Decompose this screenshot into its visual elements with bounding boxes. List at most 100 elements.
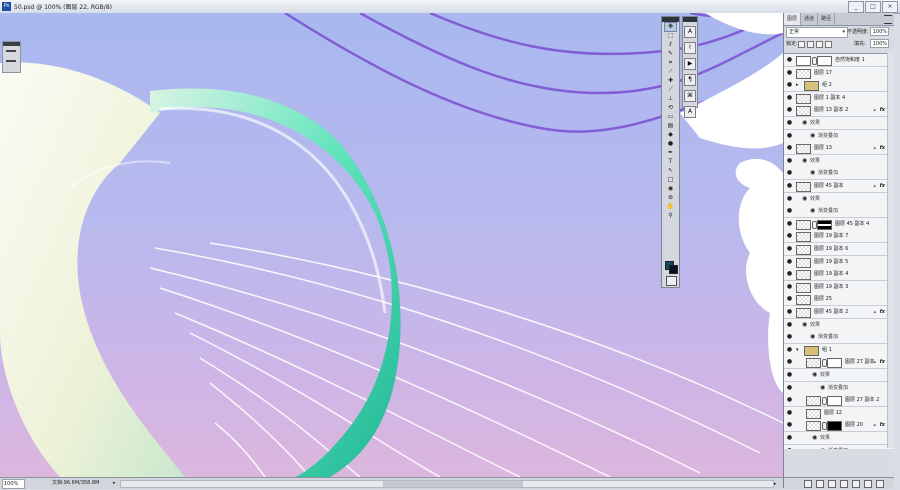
visibility-eye-icon[interactable]: ● (786, 104, 793, 116)
character-icon[interactable]: A (684, 26, 696, 38)
collapse-effects-icon[interactable]: ▴ (873, 356, 876, 368)
background-color-swatch[interactable] (669, 265, 678, 274)
layer-row[interactable]: ● 图层 19 副本 3 (784, 280, 888, 294)
opacity-input[interactable]: 100% (870, 27, 889, 36)
effect-eye-icon[interactable]: ◉ (810, 205, 815, 217)
scroll-thumb[interactable] (383, 481, 523, 487)
layer-mask-thumbnail[interactable] (827, 396, 842, 407)
fx-badge-icon[interactable]: fx (880, 356, 885, 368)
visibility-eye-icon[interactable]: ● (786, 205, 793, 217)
chevron-down-icon[interactable]: ▾ (796, 344, 799, 356)
layer-effect-row[interactable]: ● ◉渐变叠加 (784, 331, 888, 345)
zoom-icon[interactable]: ⚲ (665, 212, 676, 220)
visibility-eye-icon[interactable]: ● (786, 344, 793, 356)
3d-rotate-icon[interactable]: ◉ (665, 185, 676, 193)
brushes-icon[interactable]: ⌇ (684, 42, 696, 54)
maximize-button[interactable]: □ (865, 1, 881, 13)
visibility-eye-icon[interactable]: ● (786, 407, 793, 419)
layer-row[interactable]: ● 图层 12 (784, 406, 888, 420)
tab-layers[interactable]: 图层 (784, 13, 802, 25)
visibility-eye-icon[interactable]: ● (786, 382, 793, 394)
layer-effects-row[interactable]: ● ◉ 效果 (784, 432, 888, 445)
tab-paths[interactable]: 路径 (818, 13, 836, 25)
layer-effect-row[interactable]: ● ◉渐变叠加 (784, 205, 888, 219)
eyedropper-icon[interactable]: ⟋ (665, 68, 676, 76)
lock-image-icon[interactable] (807, 41, 814, 48)
move-icon[interactable]: ✥ (664, 22, 677, 32)
type-options-icon[interactable]: A (684, 106, 696, 118)
collapse-effects-icon[interactable]: ▴ (873, 104, 876, 116)
options-icon[interactable] (6, 50, 16, 62)
visibility-eye-icon[interactable]: ● (786, 268, 793, 280)
visibility-eye-icon[interactable]: ● (786, 445, 793, 449)
fx-icon[interactable] (816, 480, 824, 488)
adjustment-icon[interactable] (840, 480, 848, 488)
visibility-eye-icon[interactable]: ● (786, 230, 793, 242)
layer-row[interactable]: ● 图层 1 副本 4 (784, 91, 888, 105)
visibility-eye-icon[interactable]: ● (786, 67, 793, 79)
strip-grip[interactable] (683, 17, 697, 22)
layer-group-row[interactable]: ● ▸ 组 2 (784, 79, 888, 93)
layer-row[interactable]: ● 图层 17 (784, 66, 888, 80)
hand-icon[interactable]: ✋ (665, 203, 676, 211)
lock-all-icon[interactable] (825, 41, 832, 48)
visibility-eye-icon[interactable]: ● (786, 281, 793, 293)
blend-mode-select[interactable]: 正常 (786, 27, 848, 38)
gradient-icon[interactable]: ▤ (665, 122, 676, 130)
effect-eye-icon[interactable]: ◉ (820, 382, 825, 394)
tab-channels[interactable]: 通道 (801, 13, 819, 25)
collapse-effects-icon[interactable]: ▴ (873, 419, 876, 431)
path-select-icon[interactable]: ↖ (665, 167, 676, 175)
type-icon[interactable]: T (665, 158, 676, 166)
layer-row[interactable]: ● 图层 27 副本 ▴ fx (784, 356, 888, 370)
fx-badge-icon[interactable]: fx (880, 306, 885, 318)
effect-eye-icon[interactable]: ◉ (810, 167, 815, 179)
layer-mask-thumbnail[interactable] (827, 421, 842, 432)
layer-effects-row[interactable]: ● ◉ 效果 (784, 192, 888, 206)
effect-eye-icon[interactable]: ◉ (810, 331, 815, 343)
visibility-eye-icon[interactable]: ● (786, 193, 793, 205)
fx-badge-icon[interactable]: fx (880, 180, 885, 192)
chevron-right-icon[interactable]: ▸ (796, 79, 799, 91)
horizontal-scrollbar[interactable] (120, 480, 774, 488)
layer-row[interactable]: ● 图层 45 副本 ▴ fx (784, 180, 888, 193)
dodge-icon[interactable]: ● (665, 140, 676, 148)
delete-icon[interactable] (876, 480, 884, 488)
visibility-eye-icon[interactable]: ● (786, 142, 793, 154)
layer-row[interactable]: ● 图层 19 副本 5 (784, 255, 888, 269)
healing-icon[interactable]: ✚ (665, 77, 676, 85)
layer-effect-row[interactable]: ● ◉渐变叠加 (784, 381, 888, 395)
effect-eye-icon[interactable]: ◉ (802, 193, 807, 205)
layer-row[interactable]: ● 图层 13 ▴ fx (784, 142, 888, 156)
new-group-icon[interactable] (852, 480, 860, 488)
layer-effect-row[interactable]: ● ◉渐变叠加 (784, 129, 888, 143)
lasso-icon[interactable]: ℓ (665, 41, 676, 49)
visibility-eye-icon[interactable]: ● (786, 180, 793, 192)
pen-icon[interactable]: ✒ (665, 149, 676, 157)
visibility-eye-icon[interactable]: ● (786, 369, 793, 381)
visibility-eye-icon[interactable]: ● (786, 256, 793, 268)
layer-mask-thumbnail[interactable] (827, 358, 842, 369)
panel-menu-icon[interactable] (884, 15, 892, 24)
scroll-right-icon[interactable]: ▸ (774, 479, 777, 490)
layer-row[interactable]: ● 图层 20 ▴ fx (784, 419, 888, 433)
status-menu-icon[interactable]: ▸ (113, 478, 116, 489)
visibility-eye-icon[interactable]: ● (786, 306, 793, 318)
new-layer-icon[interactable] (864, 480, 872, 488)
blur-icon[interactable]: ◆ (665, 131, 676, 139)
close-button[interactable]: × (882, 1, 898, 13)
layer-mask-thumbnail[interactable] (817, 219, 832, 230)
visibility-eye-icon[interactable]: ● (786, 117, 793, 129)
layer-effects-row[interactable]: ● ◉ 效果 (784, 369, 888, 382)
minimize-button[interactable]: _ (848, 1, 864, 13)
visibility-eye-icon[interactable]: ● (786, 54, 793, 66)
fx-badge-icon[interactable]: fx (880, 104, 885, 116)
document-info[interactable]: 文档:96.6M/358.8M (52, 478, 99, 489)
collapse-effects-icon[interactable]: ▴ (873, 180, 876, 192)
layer-row[interactable]: ● 图层 45 副本 2 ▴ fx (784, 306, 888, 319)
layer-effect-row[interactable]: ● ◉渐变叠加 (784, 444, 888, 449)
visibility-eye-icon[interactable]: ● (786, 243, 793, 255)
quick-mask-button[interactable] (666, 276, 677, 286)
visibility-eye-icon[interactable]: ● (786, 155, 793, 167)
layer-mask-thumbnail[interactable] (817, 56, 832, 66)
